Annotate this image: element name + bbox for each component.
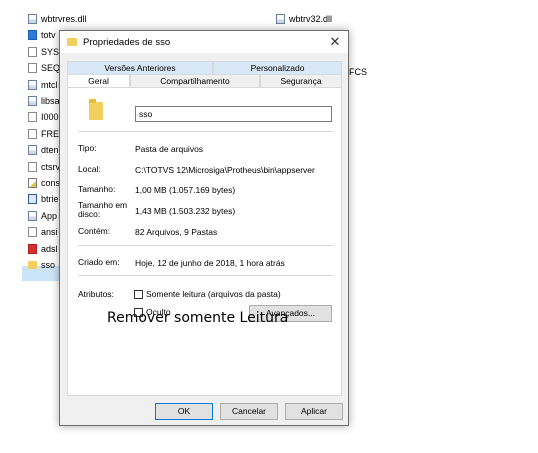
tab-compartilhamento[interactable]: Compartilhamento [130,74,260,87]
file-list-item[interactable]: ansi [28,225,58,239]
file-name: libsa [41,96,60,106]
file-list-item[interactable]: ctsrv [28,160,60,174]
file-name: mtcl [41,79,58,90]
tipo-value: Pasta de arquivos [135,144,204,154]
file-name: wbtrvres.dll [41,14,87,24]
cancel-button[interactable]: Cancelar [220,403,278,420]
partial-file-label: FCS [349,67,367,77]
close-icon[interactable]: ✕ [328,34,342,50]
divider [78,275,333,276]
apply-button[interactable]: Aplicar [285,403,343,420]
criado-label: Criado em: [78,257,120,267]
tab-personalizado[interactable]: Personalizado [213,61,342,74]
tamanho-disco-label: Tamanho em disco: [78,200,128,219]
file-name: App [41,210,58,221]
file-name: sso [41,260,56,270]
file-name: ansi [41,227,58,238]
properties-dialog: Propriedades de sso ✕ Versões Anteriores… [59,30,349,426]
annotation-text: Remover somente Leitura [107,310,289,326]
tamanho-disco-value: 1,43 MB (1.503.232 bytes) [135,206,236,216]
dll-file-icon [28,210,37,221]
file-name: btrie [41,194,59,205]
file-name: adsl [41,243,58,254]
file-name: ctsrv [41,161,60,172]
file-icon [28,63,37,74]
file-list-item[interactable]: totv [28,28,56,42]
folder-icon [67,38,77,46]
file-name: wbtrv32.dll [289,14,333,24]
divider [78,245,333,246]
file-list-item[interactable]: sso [28,258,55,272]
atributos-label: Atributos: [78,289,114,299]
tipo-label: Tipo: [78,143,97,153]
read-only-label: Somente leitura (arquivos da pasta) [146,289,281,299]
tab-panel-geral: Tipo: Pasta de arquivos Local: C:\TOTVS … [67,87,342,396]
folder-icon [89,99,103,120]
folder-icon [28,261,37,269]
local-value: C:\TOTVS 12\Microsiga\Protheus\bin\appse… [135,165,315,175]
checkbox-box[interactable] [134,289,143,299]
folder-name-input[interactable] [135,106,332,122]
file-icon [28,46,37,57]
tab-versoes-anteriores[interactable]: Versões Anteriores [67,61,213,74]
dll-file-icon [28,145,37,156]
file-list-item[interactable]: I000 [28,110,59,124]
tab-seguranca[interactable]: Segurança [260,74,342,87]
file-list-item[interactable]: dten [28,143,59,157]
config-file-icon [28,178,37,188]
file-list-item[interactable]: App [28,209,57,223]
tab-row-back: Versões Anteriores Personalizado [67,61,342,74]
file-icon [28,227,37,238]
dll-file-icon [28,79,37,90]
tab-row-front: Geral Compartilhamento Segurança [67,74,342,87]
file-icon [28,112,37,123]
file-list-item[interactable]: wbtrvres.dll [28,12,87,26]
red-app-icon [28,243,37,254]
read-only-checkbox[interactable]: Somente leitura (arquivos da pasta) [134,289,281,299]
ok-button[interactable]: OK [155,403,213,420]
criado-value: Hoje, 12 de junho de 2018, 1 hora atrás [135,258,285,268]
tamanho-label: Tamanho: [78,184,116,194]
title-bar[interactable]: Propriedades de sso ✕ [60,31,348,53]
file-name: dten [41,145,59,156]
file-icon [28,161,37,172]
dll-file-icon [28,96,37,106]
contem-label: Contém: [78,226,111,236]
file-name: I000 [41,112,59,123]
file-icon [28,128,37,139]
contem-value: 82 Arquivos, 9 Pastas [135,227,218,237]
file-name: cons [41,178,61,188]
executable-icon [28,194,37,205]
dll-file-icon [28,14,37,24]
file-name: totv [41,30,56,41]
file-list-item[interactable]: btrie [28,192,59,206]
file-list-item[interactable]: adsl [28,242,58,256]
tab-geral[interactable]: Geral [67,74,130,87]
file-list-item[interactable]: mtcl [28,78,58,92]
file-list-item[interactable]: wbtrv32.dll [276,12,332,26]
tamanho-value: 1,00 MB (1.057.169 bytes) [135,185,236,195]
file-list-item[interactable]: libsa [28,94,60,108]
application-icon [28,30,37,41]
dll-file-icon [276,14,285,24]
file-list-item[interactable]: cons [28,176,60,190]
local-label: Local: [78,164,101,174]
dialog-title: Propriedades de sso [83,36,171,48]
divider [78,131,333,132]
